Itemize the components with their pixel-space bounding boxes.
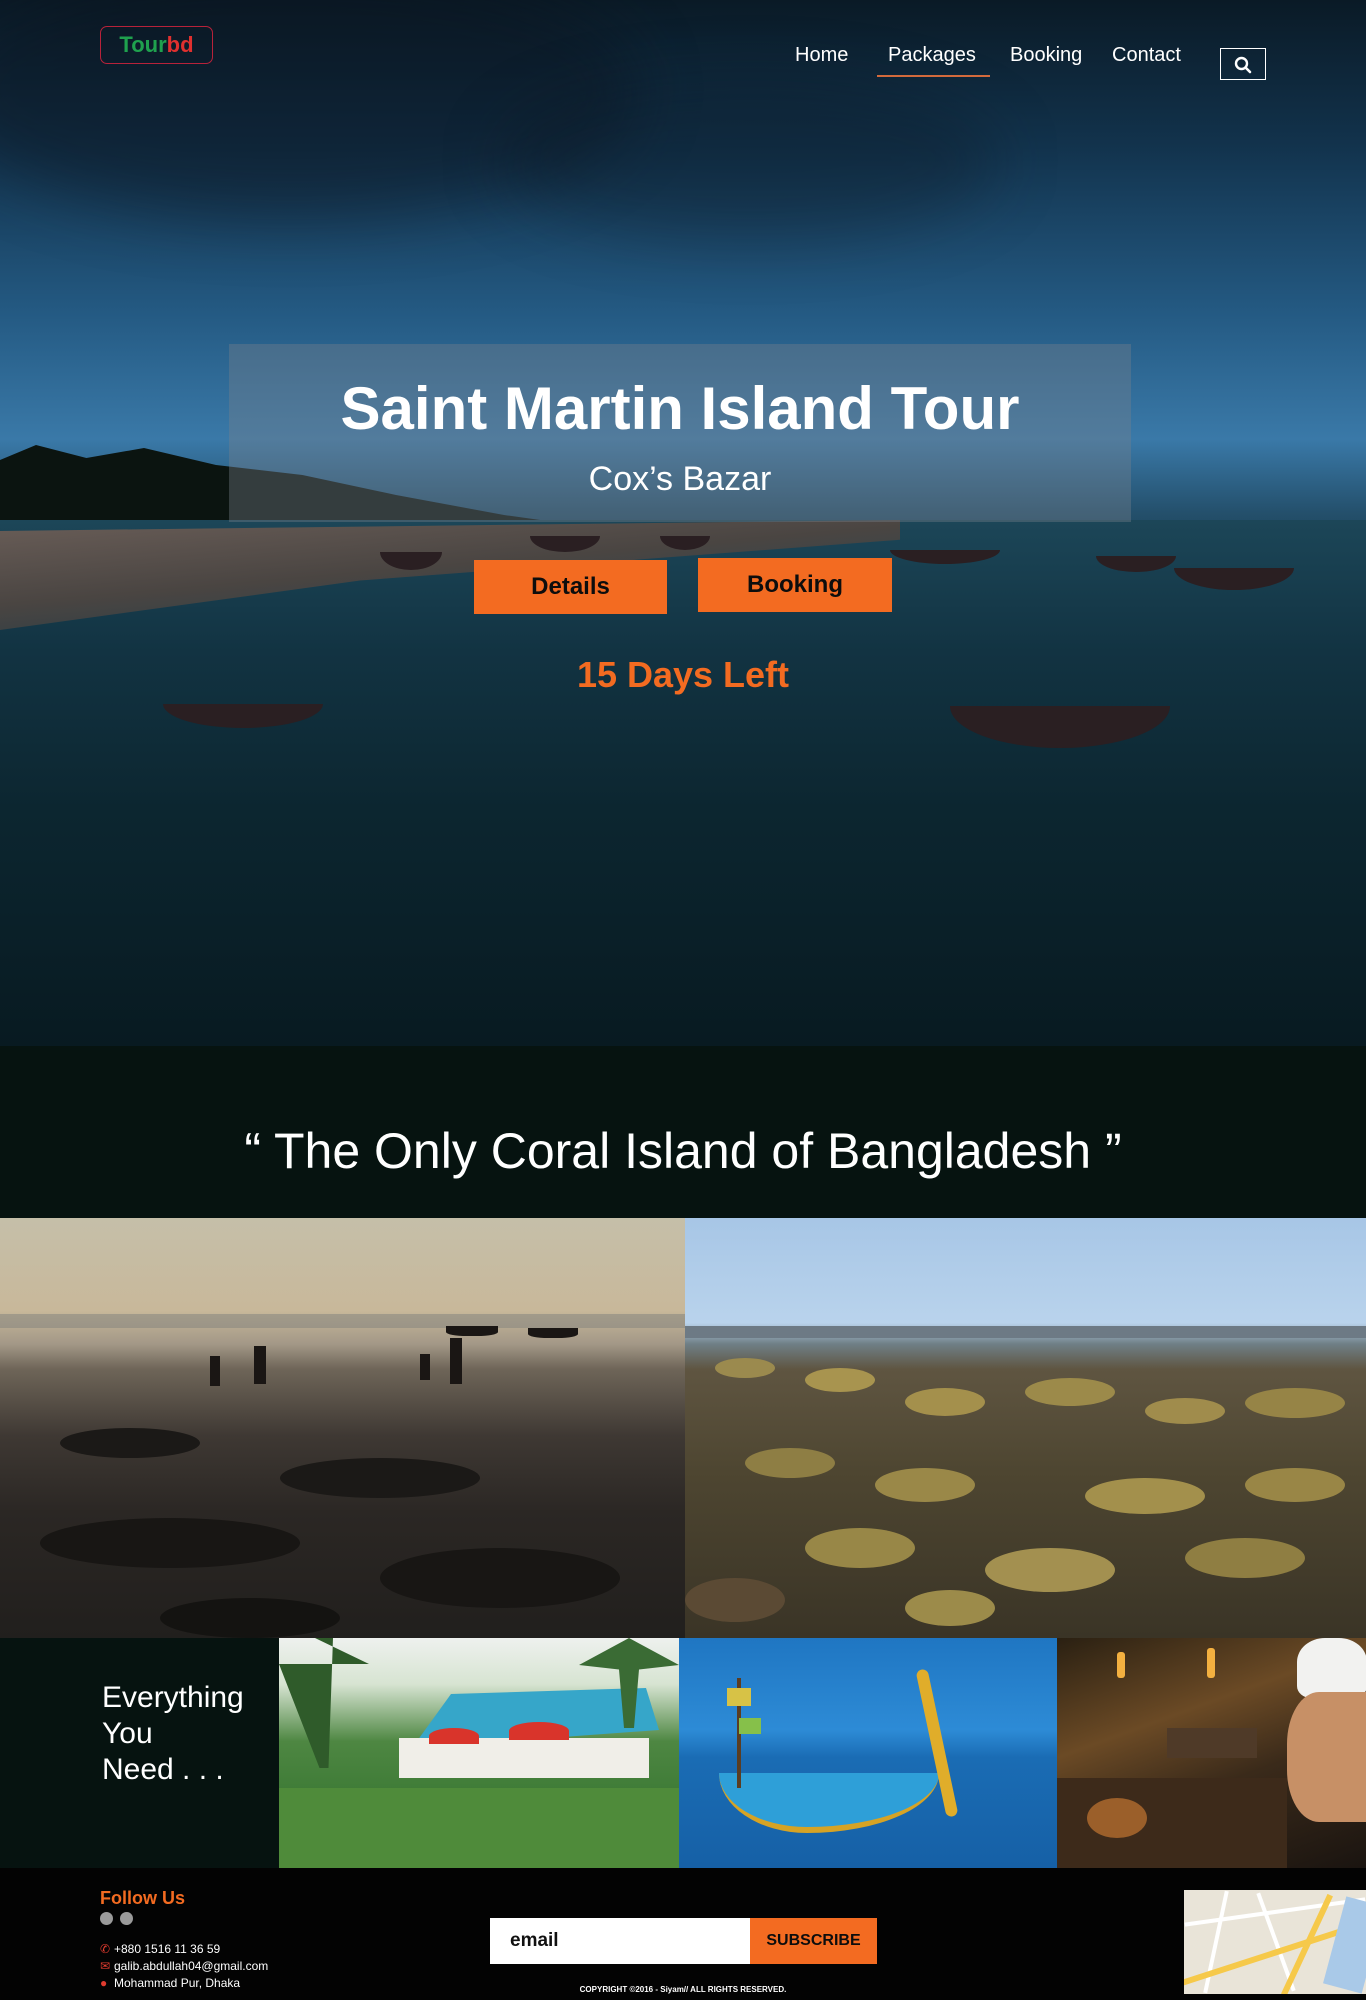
mail-icon: ✉ (100, 1959, 111, 1973)
page-title: Saint Martin Island Tour (340, 375, 1020, 442)
map-image[interactable] (1184, 1890, 1366, 1994)
everything-line: Everything (102, 1681, 244, 1714)
email-address: galib.abdullah04@gmail.com (114, 1959, 269, 1973)
booking-button[interactable]: Booking (698, 558, 892, 612)
days-left-counter: 15 Days Left (576, 654, 790, 695)
email-line: ✉ galib.abdullah04@gmail.com (100, 1959, 268, 1973)
logo-text-tour: Tour (119, 32, 167, 57)
beach-photo (0, 1218, 685, 1638)
everything-heading: Everything You Need . . . (102, 1680, 272, 1788)
nav-home[interactable]: Home (795, 44, 848, 67)
copyright-text: COPYRIGHT ©2016 - Siyam// ALL RIGHTS RES… (579, 1985, 787, 1994)
nav-contact[interactable]: Contact (1112, 44, 1181, 67)
restaurant-photo[interactable] (1057, 1638, 1366, 1868)
logo[interactable]: Tourbd (100, 26, 213, 64)
hero-section: Tourbd Home Packages Booking Contact Sai… (0, 0, 1366, 1046)
top-navigation: Tourbd Home Packages Booking Contact (0, 0, 1366, 100)
phone-icon: ✆ (100, 1942, 111, 1956)
facebook-icon[interactable] (100, 1912, 113, 1925)
logo-text-bd: bd (166, 32, 194, 57)
resort-photo[interactable] (279, 1638, 679, 1868)
phone-line: ✆ +880 1516 11 36 59 (100, 1942, 220, 1956)
boat-photo[interactable] (679, 1638, 1057, 1868)
everything-you-need-block: Everything You Need . . . (0, 1638, 279, 1868)
phone-number: +880 1516 11 36 59 (114, 1942, 221, 1956)
cloud-decoration (500, 80, 1000, 240)
coral-rocks-photo (685, 1218, 1366, 1638)
nav-packages[interactable]: Packages (877, 44, 990, 77)
search-button[interactable] (1220, 48, 1266, 80)
details-button[interactable]: Details (474, 560, 667, 614)
nav-booking[interactable]: Booking (1010, 44, 1082, 67)
hero-title-box: Saint Martin Island Tour Cox’s Bazar (229, 344, 1131, 522)
everything-line: Need . . . (102, 1753, 224, 1786)
search-icon (1234, 56, 1252, 74)
email-input[interactable] (490, 1918, 750, 1964)
subscribe-button[interactable]: SUBSCRIBE (750, 1918, 877, 1964)
twitter-icon[interactable] (120, 1912, 133, 1925)
everything-line: You (102, 1717, 153, 1750)
follow-us-label: Follow Us (100, 1888, 185, 1908)
quote-text: “ The Only Coral Island of Bangladesh ” (244, 1123, 1122, 1179)
quote-section: “ The Only Coral Island of Bangladesh ” (0, 1046, 1366, 1218)
page-subtitle: Cox’s Bazar (588, 460, 772, 498)
